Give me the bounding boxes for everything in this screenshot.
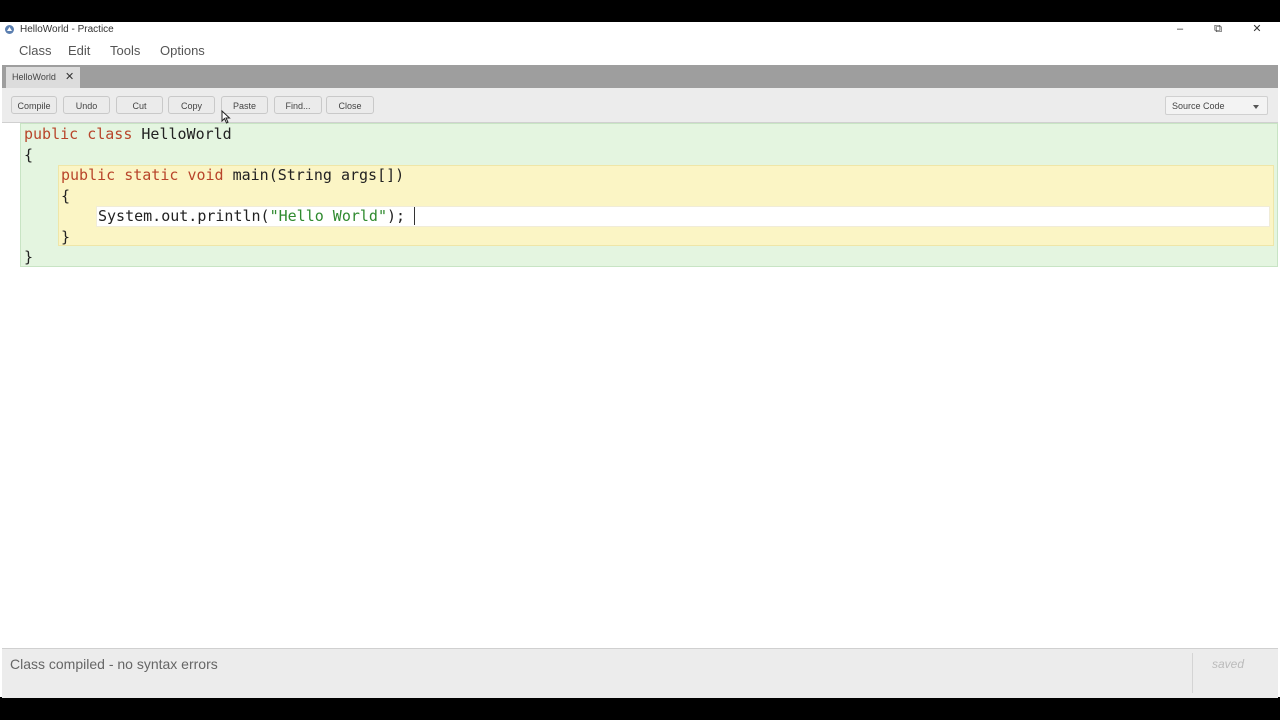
code-editor[interactable]: public class HelloWorld { public static …: [2, 123, 1278, 647]
cut-button[interactable]: Cut: [116, 96, 163, 114]
menu-tools[interactable]: Tools: [110, 43, 140, 58]
status-bar: Class compiled - no syntax errors saved: [2, 648, 1278, 698]
saved-indicator: saved: [1212, 657, 1245, 671]
bluej-app-icon: [5, 25, 14, 34]
statement-end: );: [387, 207, 406, 225]
tab-label: HelloWorld: [12, 72, 56, 82]
undo-button[interactable]: Undo: [63, 96, 110, 114]
title-bar: HelloWorld - Practice – ⧉ ✕: [0, 22, 1280, 37]
tab-helloworld[interactable]: HelloWorld ✕: [6, 67, 80, 88]
maximize-button[interactable]: ⧉: [1203, 22, 1233, 37]
keyword: public: [61, 166, 116, 184]
editor-toolbar: Compile Undo Cut Copy Paste Find... Clos…: [2, 88, 1278, 123]
statement-call: System.out.println(: [98, 207, 270, 225]
menu-edit[interactable]: Edit: [68, 43, 90, 58]
menu-options[interactable]: Options: [160, 43, 205, 58]
compile-button[interactable]: Compile: [11, 96, 57, 114]
copy-button[interactable]: Copy: [168, 96, 215, 114]
bluej-editor-window: HelloWorld - Practice – ⧉ ✕ Class Edit T…: [0, 22, 1280, 698]
find-button[interactable]: Find...: [274, 96, 322, 114]
class-name: HelloWorld: [141, 125, 232, 143]
view-select-value: Source Code: [1172, 101, 1225, 111]
close-button[interactable]: Close: [326, 96, 374, 114]
text-caret: [414, 207, 415, 225]
keyword: static: [124, 166, 179, 184]
chevron-down-icon: [1253, 105, 1259, 109]
status-message: Class compiled - no syntax errors: [10, 656, 218, 672]
menu-class[interactable]: Class: [19, 43, 52, 58]
keyword: class: [87, 125, 133, 143]
keyword: void: [187, 166, 224, 184]
view-select[interactable]: Source Code: [1165, 96, 1268, 115]
string-literal: "Hello World": [269, 207, 387, 225]
code-line-7: }: [24, 248, 34, 266]
code-line-6: }: [61, 228, 71, 246]
keyword: public: [24, 125, 79, 143]
method-signature: main(String args[]): [232, 166, 405, 184]
tab-strip: HelloWorld ✕: [2, 65, 1278, 88]
code-line-1: public class HelloWorld: [24, 124, 232, 144]
code-line-3: public static void main(String args[]): [61, 165, 404, 185]
minimize-button[interactable]: –: [1165, 22, 1195, 37]
mouse-pointer-icon: [221, 110, 231, 124]
code-line-4: {: [61, 187, 71, 205]
close-window-button[interactable]: ✕: [1242, 22, 1272, 37]
code-line-2: {: [24, 146, 34, 164]
code-line-5: System.out.println("Hello World");: [98, 206, 405, 226]
window-title: HelloWorld - Practice: [20, 24, 114, 35]
status-divider: [1192, 653, 1193, 693]
menu-bar: Class Edit Tools Options: [0, 37, 1280, 65]
tab-close-icon[interactable]: ✕: [65, 70, 74, 83]
